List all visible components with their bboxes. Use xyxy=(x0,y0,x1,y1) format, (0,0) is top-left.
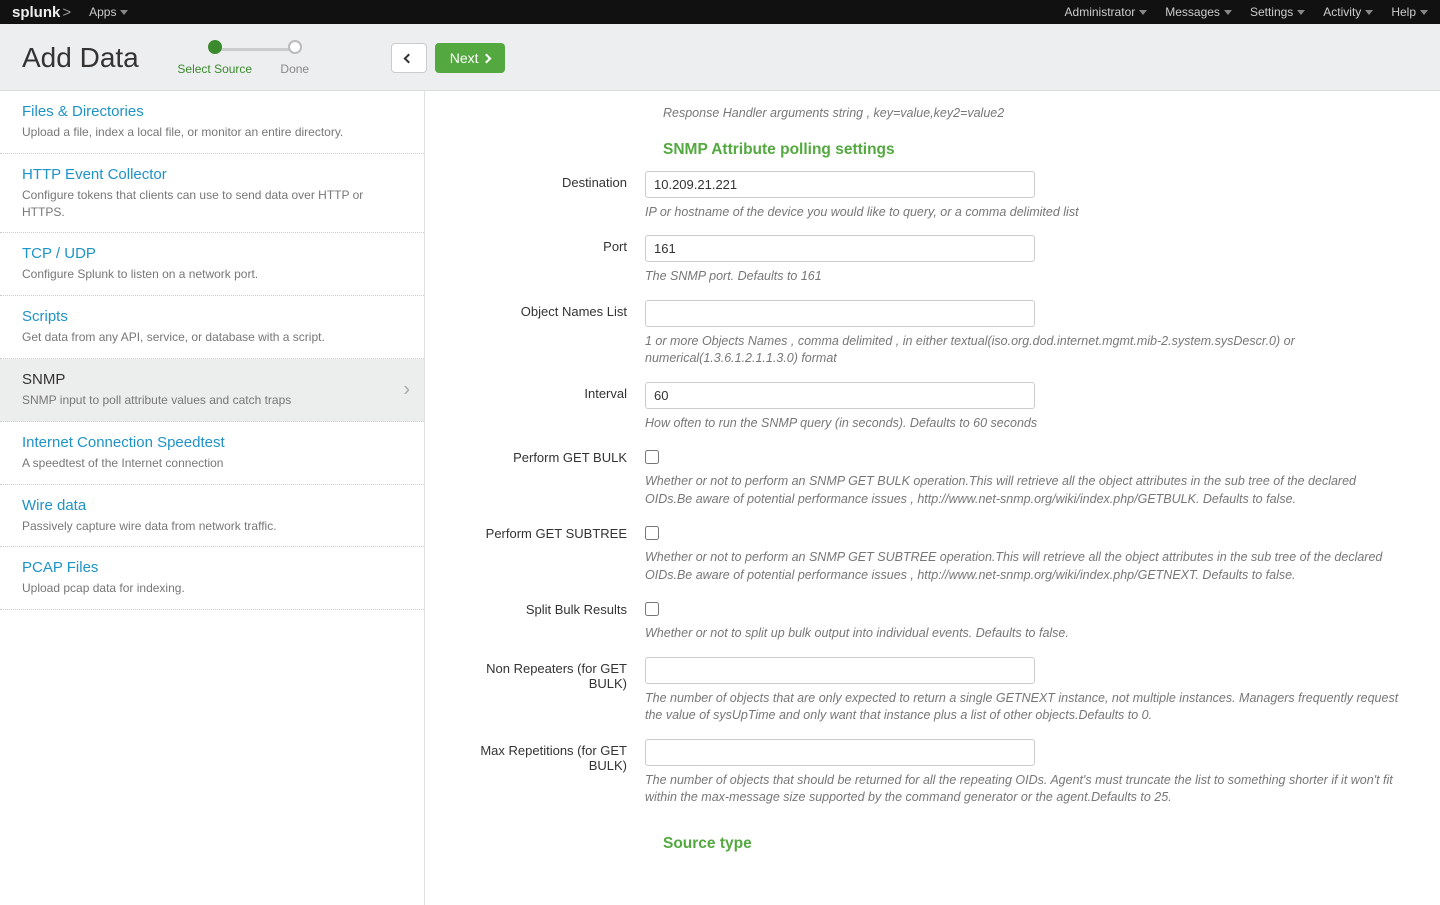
help-menu[interactable]: Help xyxy=(1391,5,1428,19)
get-subtree-help: Whether or not to perform an SNMP GET SU… xyxy=(645,549,1405,584)
max-repetitions-label: Max Repetitions (for GET BULK) xyxy=(445,739,645,773)
messages-menu[interactable]: Messages xyxy=(1165,5,1232,19)
non-repeaters-input[interactable] xyxy=(645,657,1035,684)
source-item-title: Wire data xyxy=(22,497,404,514)
destination-input[interactable] xyxy=(645,171,1035,198)
source-item-snmp[interactable]: SNMP SNMP input to poll attribute values … xyxy=(0,359,424,422)
source-item-wire-data[interactable]: Wire data Passively capture wire data fro… xyxy=(0,485,424,548)
source-item-desc: SNMP input to poll attribute values and … xyxy=(22,392,404,409)
caret-down-icon xyxy=(1297,10,1305,15)
non-repeaters-label: Non Repeaters (for GET BULK) xyxy=(445,657,645,691)
admin-menu[interactable]: Administrator xyxy=(1065,5,1148,19)
source-item-title: TCP / UDP xyxy=(22,245,404,262)
get-bulk-label: Perform GET BULK xyxy=(445,446,645,465)
wizard-step-select-source: Select Source xyxy=(175,40,255,76)
get-bulk-checkbox[interactable] xyxy=(645,450,659,464)
source-item-desc: Passively capture wire data from network… xyxy=(22,518,404,535)
next-button[interactable]: Next xyxy=(435,43,505,73)
source-item-desc: Upload pcap data for indexing. xyxy=(22,580,404,597)
max-repetitions-help: The number of objects that should be ret… xyxy=(645,772,1405,807)
response-handler-help: Response Handler arguments string , key=… xyxy=(663,105,1420,123)
brand-text: splunk xyxy=(12,4,60,21)
page-header: Add Data Select Source Done Next xyxy=(0,24,1440,91)
source-item-title: Scripts xyxy=(22,308,404,325)
section-snmp-polling: SNMP Attribute polling settings xyxy=(663,141,1420,159)
source-item-desc: Configure tokens that clients can use to… xyxy=(22,187,404,221)
port-label: Port xyxy=(445,235,645,254)
split-bulk-label: Split Bulk Results xyxy=(445,598,645,617)
source-item-title: HTTP Event Collector xyxy=(22,166,404,183)
split-bulk-checkbox[interactable] xyxy=(645,602,659,616)
object-names-label: Object Names List xyxy=(445,300,645,319)
get-subtree-label: Perform GET SUBTREE xyxy=(445,522,645,541)
caret-down-icon xyxy=(1365,10,1373,15)
form-area: Response Handler arguments string , key=… xyxy=(425,91,1440,905)
chevron-right-icon xyxy=(481,53,491,63)
source-item-title: SNMP xyxy=(22,371,404,388)
source-item-scripts[interactable]: Scripts Get data from any API, service, o… xyxy=(0,296,424,359)
page-title: Add Data xyxy=(22,42,139,74)
non-repeaters-help: The number of objects that are only expe… xyxy=(645,690,1405,725)
source-sidebar: Files & Directories Upload a file, index … xyxy=(0,91,425,905)
object-names-input[interactable] xyxy=(645,300,1035,327)
caret-down-icon xyxy=(1420,10,1428,15)
destination-label: Destination xyxy=(445,171,645,190)
topbar: splunk> Apps Administrator Messages Sett… xyxy=(0,0,1440,24)
step-connector xyxy=(215,48,295,51)
brand-logo[interactable]: splunk> xyxy=(12,4,71,21)
source-item-internet-connection-speedtest[interactable]: Internet Connection Speedtest A speedtest… xyxy=(0,422,424,485)
source-item-desc: Get data from any API, service, or datab… xyxy=(22,329,404,346)
source-item-desc: A speedtest of the Internet connection xyxy=(22,455,404,472)
wizard-steps: Select Source Done xyxy=(175,40,335,76)
split-bulk-help: Whether or not to split up bulk output i… xyxy=(645,625,1405,643)
source-item-http-event-collector[interactable]: HTTP Event Collector Configure tokens tha… xyxy=(0,154,424,234)
port-input[interactable] xyxy=(645,235,1035,262)
back-button[interactable] xyxy=(391,43,427,73)
destination-help: IP or hostname of the device you would l… xyxy=(645,204,1405,222)
source-item-title: PCAP Files xyxy=(22,559,404,576)
get-subtree-checkbox[interactable] xyxy=(645,526,659,540)
source-item-title: Internet Connection Speedtest xyxy=(22,434,404,451)
caret-down-icon xyxy=(1139,10,1147,15)
get-bulk-help: Whether or not to perform an SNMP GET BU… xyxy=(645,473,1405,508)
interval-label: Interval xyxy=(445,382,645,401)
port-help: The SNMP port. Defaults to 161 xyxy=(645,268,1405,286)
interval-input[interactable] xyxy=(645,382,1035,409)
max-repetitions-input[interactable] xyxy=(645,739,1035,766)
chevron-right-icon: › xyxy=(403,378,410,401)
source-item-tcp-udp[interactable]: TCP / UDP Configure Splunk to listen on a… xyxy=(0,233,424,296)
source-item-desc: Configure Splunk to listen on a network … xyxy=(22,266,404,283)
step-circle-icon xyxy=(288,40,302,54)
caret-down-icon xyxy=(1224,10,1232,15)
wizard-step-done: Done xyxy=(255,40,335,76)
step-circle-icon xyxy=(208,40,222,54)
next-label: Next xyxy=(450,50,479,66)
interval-help: How often to run the SNMP query (in seco… xyxy=(645,415,1405,433)
brand-gt: > xyxy=(62,4,71,21)
apps-menu[interactable]: Apps xyxy=(89,5,128,19)
apps-label: Apps xyxy=(89,5,116,19)
activity-menu[interactable]: Activity xyxy=(1323,5,1373,19)
source-item-desc: Upload a file, index a local file, or mo… xyxy=(22,124,404,141)
section-source-type: Source type xyxy=(663,835,1420,853)
source-item-files-directories[interactable]: Files & Directories Upload a file, index … xyxy=(0,91,424,154)
settings-menu[interactable]: Settings xyxy=(1250,5,1305,19)
caret-down-icon xyxy=(120,10,128,15)
chevron-left-icon xyxy=(404,53,414,63)
object-names-help: 1 or more Objects Names , comma delimite… xyxy=(645,333,1405,368)
source-item-pcap-files[interactable]: PCAP Files Upload pcap data for indexing. xyxy=(0,547,424,610)
source-item-title: Files & Directories xyxy=(22,103,404,120)
